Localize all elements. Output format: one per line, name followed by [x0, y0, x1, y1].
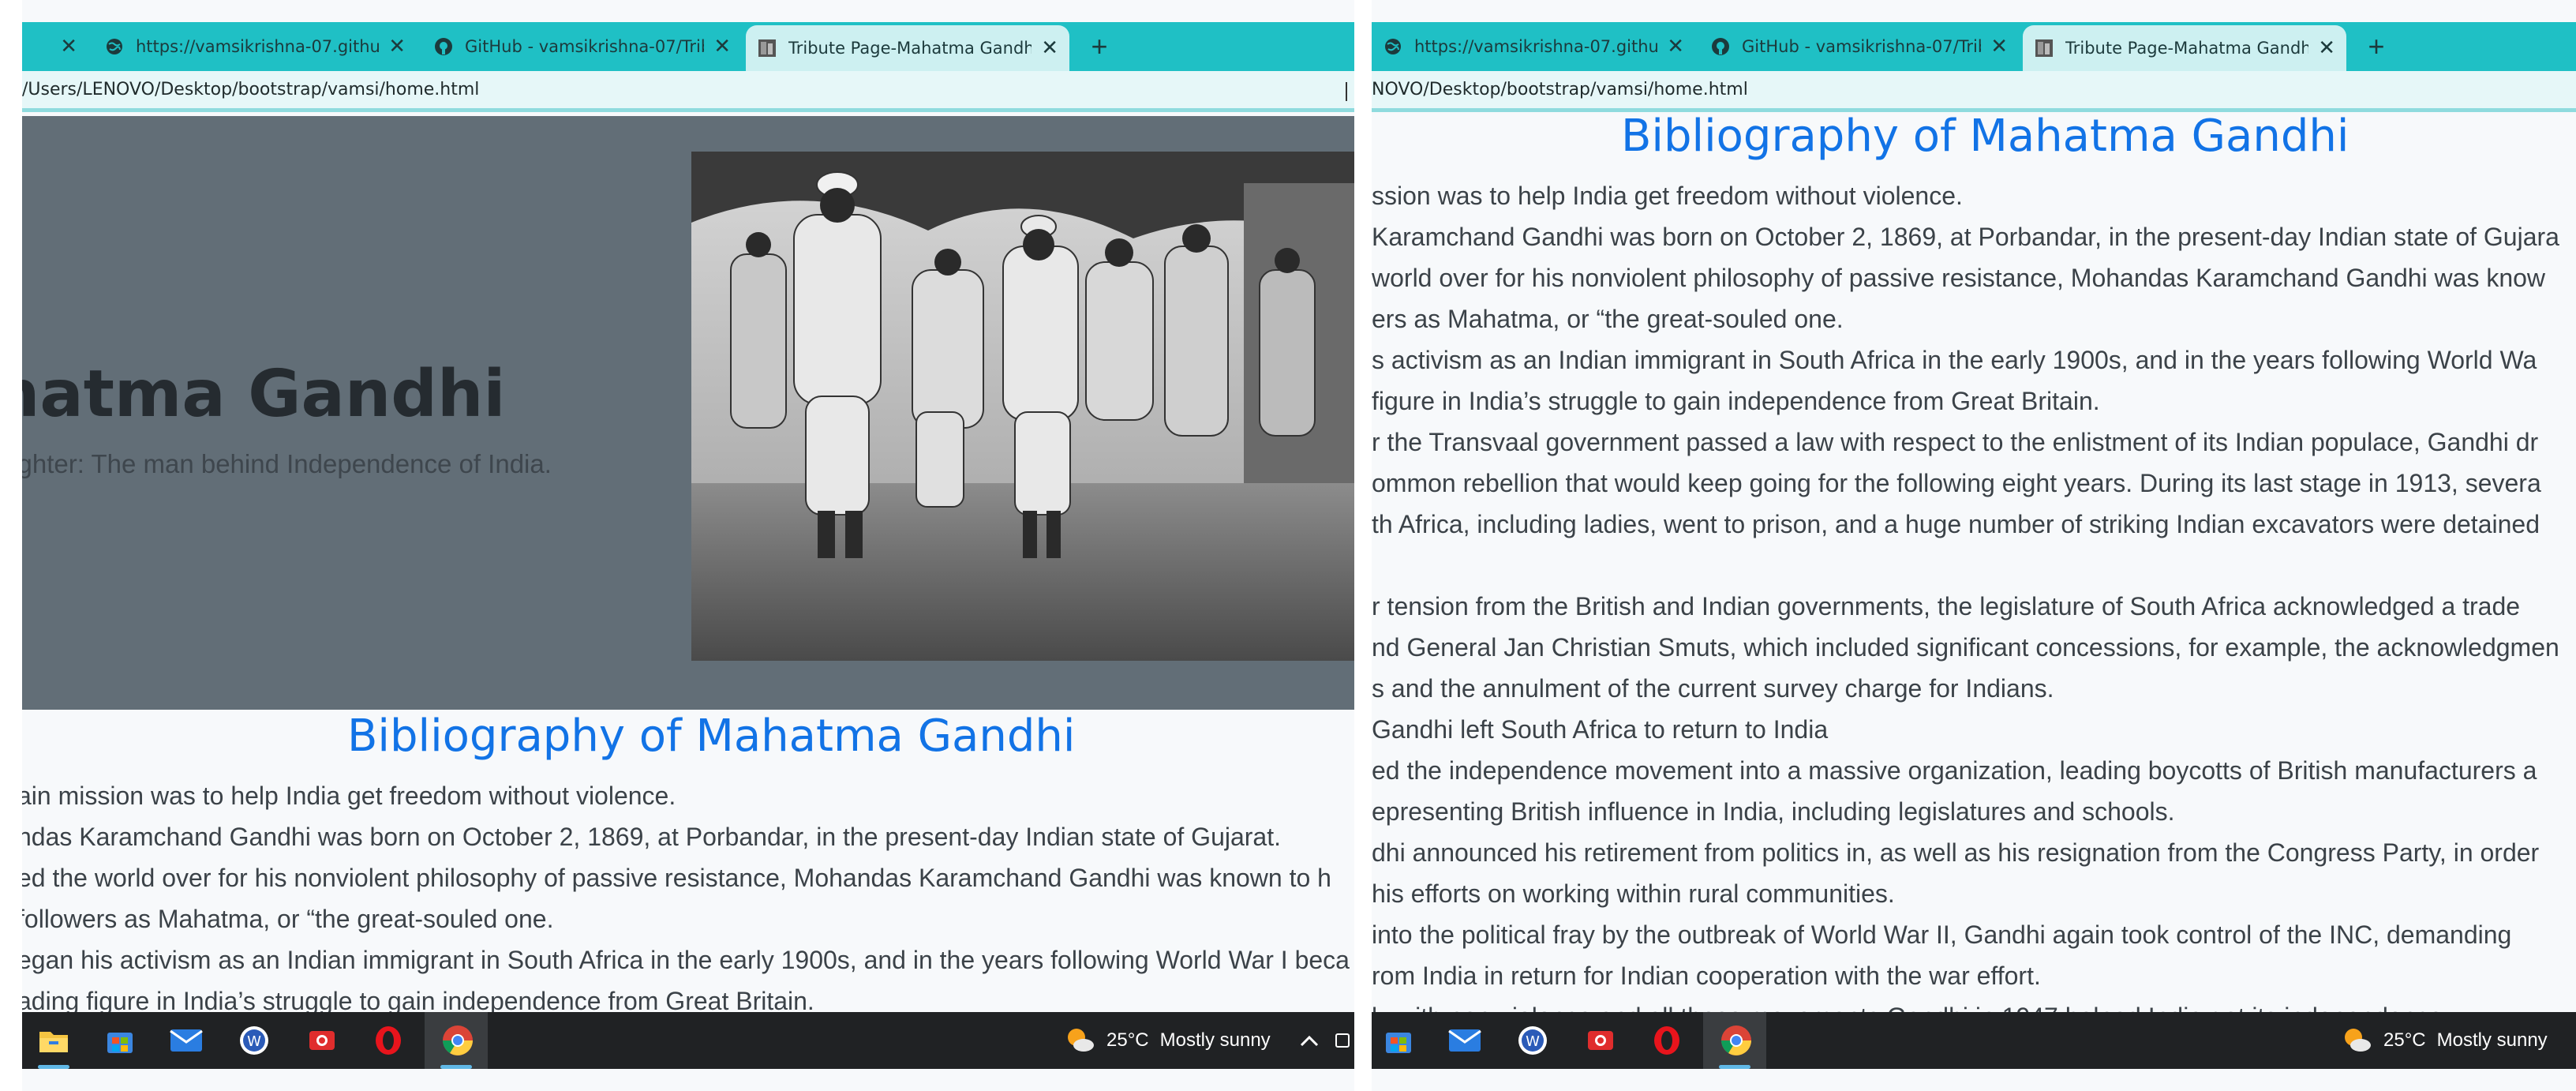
address-text: /Users/LENOVO/Desktop/bootstrap/vamsi/ho… [22, 80, 480, 99]
hero-title: hatma Gandhi [0, 357, 506, 432]
chevron-up-icon[interactable] [1299, 1012, 1320, 1069]
opera-icon[interactable] [369, 1022, 407, 1059]
tab-github[interactable]: GitHub - vamsikrishna-07/Tribute ✕ [422, 22, 742, 71]
tab-label: Tribute Page-Mahatma Gandhi [788, 39, 1032, 58]
file-explorer-icon[interactable] [35, 1022, 73, 1059]
tab-tribute-page[interactable]: Tribute Page-Mahatma Gandhi ✕ [746, 25, 1069, 71]
article-line: dhi announced his retirement from politi… [1372, 838, 2540, 867]
article-line: ed the world over for his nonviolent phi… [17, 864, 1331, 892]
word-icon[interactable]: W [235, 1022, 273, 1059]
mail-icon[interactable] [1446, 1022, 1484, 1059]
article-line: world over for his nonviolent philosophy… [1372, 264, 2546, 292]
store-icon[interactable] [101, 1022, 139, 1059]
recorder-icon[interactable] [1582, 1022, 1619, 1059]
active-app-indicator [1719, 1065, 1750, 1069]
article-line: egan his activism as an Indian immigrant… [17, 946, 1350, 974]
article-line: ssion was to help India get freedom with… [1372, 182, 1963, 210]
screenshot-gap [1354, 0, 1372, 1091]
article-line: s and the annulment of the current surve… [1372, 674, 2054, 703]
tab-github-io[interactable]: https://vamsikrishna-07.github.io ✕ [93, 22, 417, 71]
sun-cloud-icon [1068, 1029, 1094, 1052]
article-line: epresenting British influence in India, … [1372, 797, 2175, 826]
article-line: rom India in return for Indian cooperati… [1372, 962, 2041, 990]
tab-label: GitHub - vamsikrishna-07/Tribute [1742, 37, 1981, 56]
taskbar: W 25°C Mostly sunny [1372, 1012, 2576, 1069]
address-text: NOVO/Desktop/bootstrap/vamsi/home.html [1372, 80, 1748, 99]
chrome-icon[interactable] [439, 1022, 477, 1059]
tab-label: https://vamsikrishna-07.github.io [1414, 37, 1658, 56]
article-line: Gandhi left South Africa to return to In… [1372, 715, 1829, 744]
close-icon[interactable]: ✕ [2318, 36, 2335, 60]
left-browser-window: ✕ https://vamsikrishna-07.github.io ✕ Gi… [0, 0, 1354, 1091]
hero-subtitle: fighter: The man behind Independence of … [5, 449, 552, 478]
article-line: nd General Jan Christian Smuts, which in… [1372, 633, 2559, 662]
store-icon[interactable] [1380, 1022, 1417, 1059]
weather-condition: Mostly sunny [1159, 1029, 1271, 1051]
tab-label: Tribute Page-Mahatma Gandhi [2065, 39, 2309, 58]
chrome-icon[interactable] [1717, 1022, 1755, 1059]
word-icon[interactable]: W [1514, 1022, 1552, 1059]
globe-icon [1383, 36, 1403, 57]
article-line: s activism as an Indian immigrant in Sou… [1372, 346, 2537, 374]
weather-temp: 25°C [1106, 1029, 1149, 1051]
tab-github[interactable]: GitHub - vamsikrishna-07/Tribute ✕ [1699, 22, 2019, 71]
bibliography-heading: Bibliography of Mahatma Gandhi [1621, 111, 2349, 162]
address-bar[interactable]: NOVO/Desktop/bootstrap/vamsi/home.html [1372, 71, 2576, 112]
tray-icon[interactable] [1334, 1012, 1353, 1069]
mail-icon[interactable] [167, 1022, 205, 1059]
article-line: ommon rebellion that would keep going fo… [1372, 469, 2541, 497]
close-icon[interactable]: ✕ [1990, 35, 2008, 58]
active-app-indicator [440, 1065, 472, 1069]
recorder-icon[interactable] [303, 1022, 341, 1059]
svg-text:W: W [247, 1033, 261, 1050]
opera-icon[interactable] [1648, 1022, 1686, 1059]
article-line: Karamchand Gandhi was born on October 2,… [1372, 223, 2559, 251]
article-line: into the political fray by the outbreak … [1372, 920, 2512, 949]
weather-widget[interactable]: 25°C Mostly sunny [2341, 1012, 2548, 1069]
close-icon[interactable]: ✕ [1667, 35, 1684, 58]
article-line: r tension from the British and Indian go… [1372, 592, 2521, 620]
article-line: ain mission was to help India get freedo… [17, 782, 676, 810]
close-icon[interactable]: ✕ [388, 35, 406, 58]
hero-section: hatma Gandhi fighter: The man behind Ind… [0, 116, 1354, 710]
article-line: ers as Mahatma, or “the great-souled one… [1372, 305, 1844, 333]
weather-condition: Mostly sunny [2436, 1029, 2548, 1051]
active-app-indicator [38, 1065, 69, 1069]
taskbar: W 25°C Mostly sunny [0, 1012, 1354, 1069]
tab-label: GitHub - vamsikrishna-07/Tribute [465, 37, 704, 56]
weather-widget[interactable]: 25°C Mostly sunny [1064, 1012, 1271, 1069]
window-edge [0, 0, 22, 1091]
close-icon[interactable]: ✕ [713, 35, 731, 58]
weather-temp: 25°C [2383, 1029, 2426, 1051]
tab-label: https://vamsikrishna-07.github.io [136, 37, 380, 56]
article-line: figure in India’s struggle to gain indep… [1372, 387, 2100, 415]
tab-strip: ✕ https://vamsikrishna-07.github.io ✕ Gi… [0, 22, 1354, 71]
article-line: ed the independence movement into a mass… [1372, 756, 2537, 785]
svg-text:W: W [1526, 1033, 1540, 1050]
article-line: followers as Mahatma, or “the great-soul… [17, 905, 554, 933]
article-line: ndas Karamchand Gandhi was born on Octob… [17, 823, 1281, 851]
new-tab-button[interactable]: + [1081, 28, 1118, 65]
article-line: his efforts on working within rural comm… [1372, 879, 1895, 908]
github-icon [433, 36, 454, 57]
github-icon [1710, 36, 1731, 57]
new-tab-button[interactable]: + [2358, 28, 2394, 65]
page-thumbnail-icon [757, 38, 777, 58]
address-bar[interactable]: /Users/LENOVO/Desktop/bootstrap/vamsi/ho… [0, 71, 1354, 112]
article-line: r the Transvaal government passed a law … [1372, 428, 2539, 456]
address-divider [1346, 82, 1347, 101]
article-line: th Africa, including ladies, went to pri… [1372, 510, 2540, 538]
globe-icon [104, 36, 125, 57]
close-icon[interactable]: ✕ [60, 35, 77, 58]
right-browser-window: https://vamsikrishna-07.github.io ✕ GitH… [1372, 0, 2576, 1091]
bibliography-heading: Bibliography of Mahatma Gandhi [347, 710, 1076, 762]
tab-strip: https://vamsikrishna-07.github.io ✕ GitH… [1372, 22, 2576, 71]
tab-tribute-page[interactable]: Tribute Page-Mahatma Gandhi ✕ [2023, 25, 2346, 71]
close-icon[interactable]: ✕ [1041, 36, 1058, 60]
sun-cloud-icon [2345, 1029, 2371, 1052]
tab-partial[interactable]: ✕ [22, 22, 88, 71]
tab-github-io[interactable]: https://vamsikrishna-07.github.io ✕ [1372, 22, 1695, 71]
page-thumbnail-icon [2034, 38, 2054, 58]
gandhi-photo [691, 152, 1354, 661]
